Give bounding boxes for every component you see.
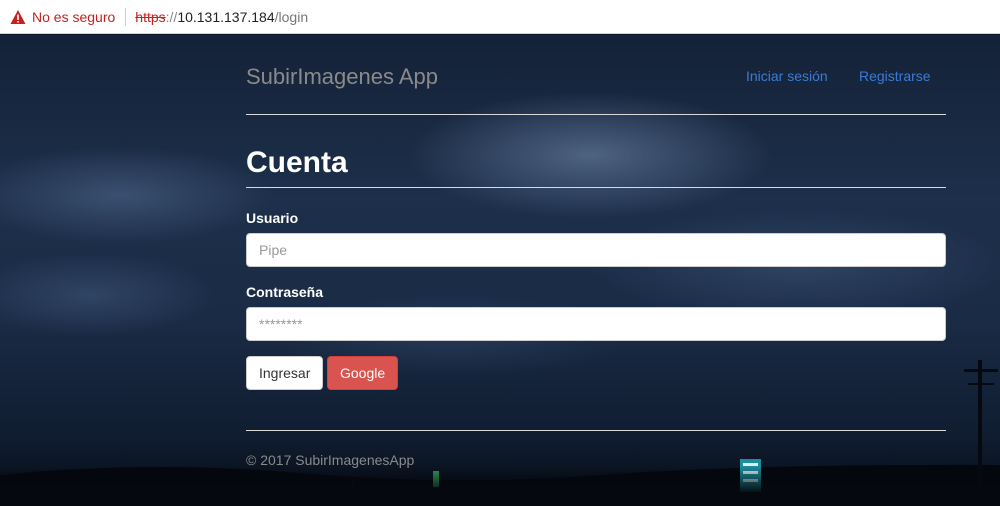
security-status[interactable]: No es seguro xyxy=(32,9,115,25)
url-host: 10.131.137.184 xyxy=(177,8,275,25)
nav-register-link[interactable]: Registrarse xyxy=(859,68,931,84)
url-scheme-separator: :// xyxy=(165,8,178,25)
page-title: Cuenta xyxy=(246,145,946,188)
footer: © 2017 SubirImagenesApp xyxy=(246,430,946,470)
url-path: /login xyxy=(274,8,309,25)
navbar: SubirImagenes App Iniciar sesión Registr… xyxy=(246,35,946,115)
brand-title[interactable]: SubirImagenes App xyxy=(246,64,438,90)
page-container: SubirImagenes App Iniciar sesión Registr… xyxy=(246,35,946,470)
browser-address-bar[interactable]: No es seguro https://10.131.137.184/logi… xyxy=(0,0,1000,34)
password-label: Contraseña xyxy=(246,284,324,300)
warning-icon xyxy=(10,9,26,24)
username-input[interactable] xyxy=(246,233,946,267)
form-actions: Ingresar Google xyxy=(246,356,946,390)
url-text[interactable]: https://10.131.137.184/login xyxy=(135,9,308,25)
url-scheme: https xyxy=(135,8,166,25)
address-divider xyxy=(125,7,127,26)
password-input[interactable] xyxy=(246,307,946,341)
username-label: Usuario xyxy=(246,210,299,226)
copyright-text: © 2017 SubirImagenesApp xyxy=(246,452,415,468)
google-login-button[interactable]: Google xyxy=(327,356,398,390)
login-button[interactable]: Ingresar xyxy=(246,356,323,390)
ground-shadow xyxy=(0,466,1000,506)
nav-login-link[interactable]: Iniciar sesión xyxy=(746,68,828,84)
